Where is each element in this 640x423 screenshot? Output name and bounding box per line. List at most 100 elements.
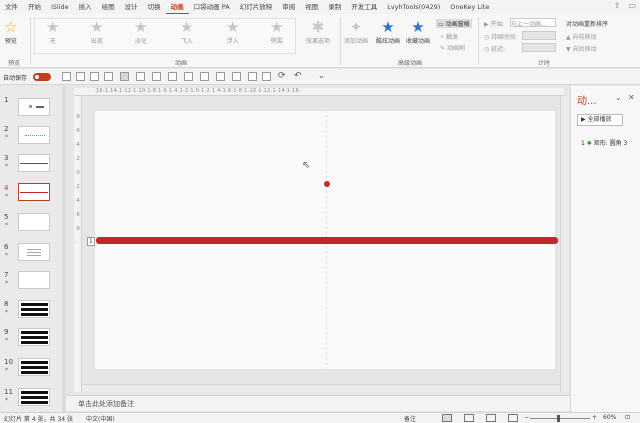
anim-star-icon: * xyxy=(5,280,8,287)
align-center-icon[interactable] xyxy=(120,72,129,81)
duration-label: ◷ 持续时间: xyxy=(484,34,518,41)
zoom-slider-thumb[interactable] xyxy=(557,415,560,422)
effect-fade[interactable]: ★ 淡化 xyxy=(134,18,147,45)
group-icon[interactable] xyxy=(248,72,257,81)
entrance-effect-icon: ✱ xyxy=(586,140,592,147)
play-icon: ▶ xyxy=(581,116,586,123)
tab-onekey[interactable]: OneKey Lite xyxy=(445,0,494,14)
slide-thumbnail-2[interactable] xyxy=(18,126,50,144)
zoom-slider[interactable] xyxy=(530,418,590,419)
effect-float-in[interactable]: ★ 浮入 xyxy=(226,18,239,45)
align-tool-icon[interactable] xyxy=(152,72,161,81)
rounded-rectangle-shape[interactable] xyxy=(96,237,558,244)
tab-islide[interactable]: iSlide xyxy=(46,0,74,14)
thumb-number: 9 xyxy=(4,328,9,336)
tab-pocket-animation[interactable]: 口袋动画 PA xyxy=(189,0,235,14)
language-indicator[interactable]: 中文(中国) xyxy=(86,414,115,423)
animation-order-marker[interactable]: 1 xyxy=(87,237,95,246)
align-tool-icon[interactable] xyxy=(62,72,71,81)
play-all-button[interactable]: ▶ 全部播放 xyxy=(577,114,623,126)
distribute-icon[interactable] xyxy=(216,72,225,81)
tab-file[interactable]: 文件 xyxy=(0,0,23,14)
add-animation-button[interactable]: ✦ 添加动画 xyxy=(344,18,368,45)
slide-thumbnail-7[interactable] xyxy=(18,271,50,289)
tab-animations[interactable]: 动画 xyxy=(165,0,189,14)
slide-thumbnail-11[interactable] xyxy=(18,388,50,406)
delay-input[interactable] xyxy=(522,43,556,52)
share-icon[interactable]: ⇪ xyxy=(614,1,621,10)
normal-view-icon[interactable] xyxy=(442,414,452,422)
align-tool-icon[interactable] xyxy=(104,72,113,81)
fit-window-icon[interactable]: ⊡ xyxy=(625,414,630,421)
vertical-scrollbar[interactable] xyxy=(560,96,568,392)
shape-icon[interactable] xyxy=(262,72,271,81)
tab-record[interactable]: 录制 xyxy=(323,0,346,14)
tab-home[interactable]: 开始 xyxy=(23,0,46,14)
slide-thumbnail-3[interactable] xyxy=(18,154,50,172)
tab-insert[interactable]: 插入 xyxy=(74,0,97,14)
cool-animation-button[interactable]: ★ 酷炫动画 xyxy=(376,18,400,45)
slide-thumbnails-pane: 1 2 * 3 * 4 * 5 * 6 * 7 * 8 * 9 * 10 * 1… xyxy=(0,86,66,412)
tab-developer[interactable]: 开发工具 xyxy=(346,0,382,14)
red-dot-shape[interactable] xyxy=(324,181,330,187)
effect-fly-in[interactable]: ★ 飞入 xyxy=(180,18,193,45)
notes-area[interactable]: 单击此处添加备注 xyxy=(66,395,570,411)
duration-input[interactable] xyxy=(522,31,556,40)
tab-lvyhtools[interactable]: LvyhTools(0429) xyxy=(382,0,445,14)
animation-painter-button[interactable]: ✎ 动画刷 xyxy=(440,43,465,52)
chevron-down-icon[interactable]: ⌄ xyxy=(615,93,622,102)
align-tool-icon[interactable] xyxy=(168,72,177,81)
zoom-level[interactable]: 60% xyxy=(603,414,616,421)
slide-thumbnail-9[interactable] xyxy=(18,328,50,346)
star-icon: ★ xyxy=(46,18,60,36)
tab-review[interactable]: 审阅 xyxy=(277,0,300,14)
collect-animation-button[interactable]: ★ 收藏动画 xyxy=(406,18,430,45)
slide-thumbnail-6[interactable] xyxy=(18,243,50,261)
autosave-toggle[interactable] xyxy=(33,73,51,81)
move-earlier-button[interactable]: ▲ 向前移动 xyxy=(566,32,597,41)
animation-list-item[interactable]: 1 ✱ 矩形: 圆角 3 xyxy=(581,138,627,147)
thumbnails-scrollbar[interactable] xyxy=(62,86,66,412)
effect-split[interactable]: ★ 劈裂 xyxy=(270,18,283,45)
group-icon[interactable] xyxy=(232,72,241,81)
start-select[interactable]: 与上一动画... xyxy=(510,18,556,28)
customize-icon[interactable]: ⌄ xyxy=(318,71,325,80)
tab-transitions[interactable]: 切换 xyxy=(143,0,166,14)
tab-design[interactable]: 设计 xyxy=(120,0,143,14)
tab-view[interactable]: 视图 xyxy=(300,0,323,14)
slide-thumbnail-5[interactable] xyxy=(18,213,50,231)
effect-appear[interactable]: ★ 出现 xyxy=(90,18,103,45)
distribute-icon[interactable] xyxy=(200,72,209,81)
align-tool-icon[interactable] xyxy=(184,72,193,81)
reading-view-icon[interactable] xyxy=(486,414,496,422)
align-tool-icon[interactable] xyxy=(76,72,85,81)
horizontal-scrollbar[interactable] xyxy=(82,384,560,392)
tab-draw[interactable]: 绘图 xyxy=(97,0,120,14)
autosave-label: 自动保存 xyxy=(3,75,28,82)
align-tool-icon[interactable] xyxy=(90,72,99,81)
notes-button[interactable]: 备注 xyxy=(404,414,416,423)
zoom-in-icon[interactable]: + xyxy=(592,414,597,421)
anim-star-icon: * xyxy=(5,163,8,170)
move-later-button[interactable]: ▼ 向后移动 xyxy=(566,44,597,53)
slide-thumbnail-8[interactable] xyxy=(18,300,50,318)
preview-button[interactable]: ☆ 预览 xyxy=(4,18,17,45)
tab-slideshow[interactable]: 幻灯片放映 xyxy=(235,0,278,14)
effect-none[interactable]: ★ 无 xyxy=(46,18,59,45)
clock-icon: ◷ xyxy=(484,34,490,41)
undo-icon[interactable]: ↶ xyxy=(294,71,302,81)
slide-thumbnail-10[interactable] xyxy=(18,358,50,376)
slide-thumbnail-1[interactable] xyxy=(18,98,50,116)
zoom-out-icon[interactable]: − xyxy=(524,414,529,421)
comment-icon[interactable]: ▭ xyxy=(628,1,636,10)
trigger-button[interactable]: ⚡ 触发 xyxy=(440,32,458,41)
slide-thumbnail-4[interactable] xyxy=(18,183,50,201)
animation-pane-button[interactable]: ▭ 动画窗格 xyxy=(436,19,472,28)
effect-options-button[interactable]: ✱ 效果选项 xyxy=(306,18,330,45)
sorter-view-icon[interactable] xyxy=(464,414,474,422)
thumb-number: 5 xyxy=(4,213,9,221)
close-icon[interactable]: ✕ xyxy=(628,93,635,102)
rotate-icon[interactable]: ⟳ xyxy=(278,71,286,81)
align-tool-icon[interactable] xyxy=(136,72,145,81)
slideshow-view-icon[interactable] xyxy=(508,414,518,422)
